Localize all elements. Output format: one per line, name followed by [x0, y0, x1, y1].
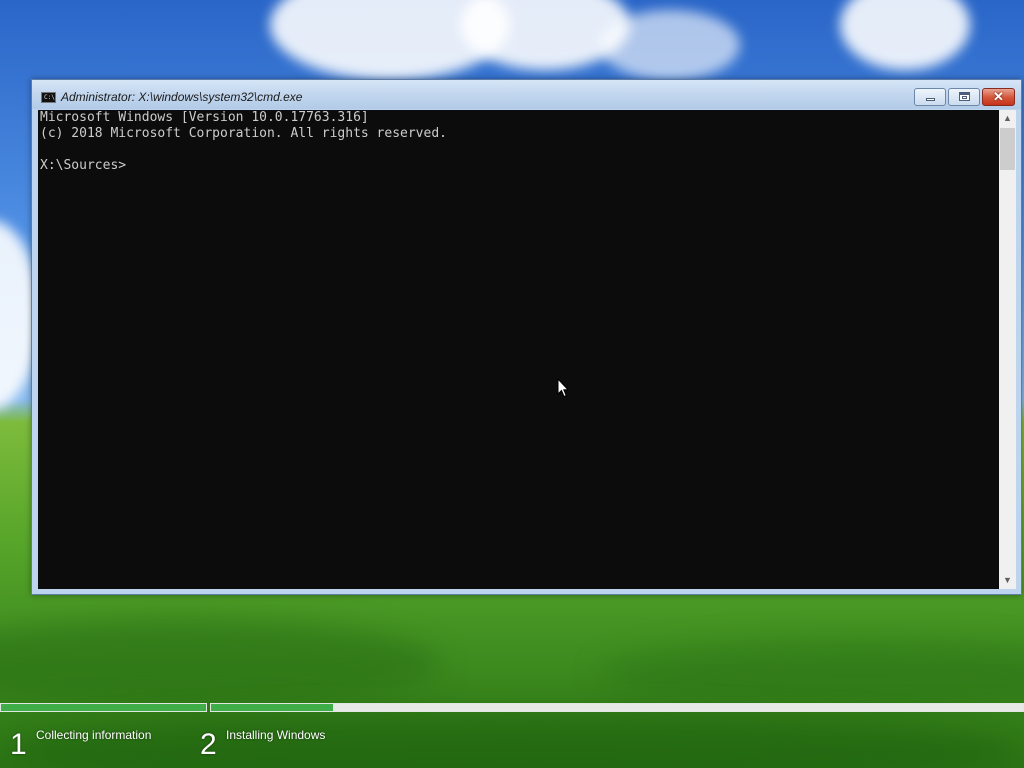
console-output[interactable]: Microsoft Windows [Version 10.0.17763.31… — [38, 110, 999, 589]
grass-foreground — [0, 712, 1024, 768]
progress-step-2 — [210, 703, 1024, 712]
minimize-icon — [926, 98, 935, 101]
hill-shadow — [600, 640, 1024, 710]
title-bar[interactable]: C:\ Administrator: X:\windows\system32\c… — [32, 80, 1021, 109]
cloud — [600, 10, 740, 80]
hill-shadow — [0, 620, 440, 710]
cloud — [840, 0, 970, 70]
maximize-icon — [959, 92, 970, 101]
step-label: Collecting information — [36, 728, 152, 742]
console-line: (c) 2018 Microsoft Corporation. All righ… — [40, 126, 447, 141]
minimize-button[interactable] — [914, 88, 946, 106]
progress-step-2-fill — [211, 704, 333, 711]
scroll-thumb[interactable] — [1000, 128, 1015, 170]
scroll-up-icon[interactable]: ▲ — [999, 110, 1016, 127]
close-icon: ✕ — [993, 89, 1004, 104]
close-button[interactable]: ✕ — [982, 88, 1015, 106]
command-prompt[interactable]: X:\Sources> — [40, 158, 999, 174]
scroll-down-icon[interactable]: ▼ — [999, 572, 1016, 589]
cmd-window[interactable]: C:\ Administrator: X:\windows\system32\c… — [31, 79, 1022, 595]
cmd-icon-text: C:\ — [44, 94, 55, 101]
step-number: 2 — [200, 728, 217, 761]
cmd-icon[interactable]: C:\ — [41, 92, 56, 103]
maximize-button[interactable] — [948, 88, 980, 106]
step-label: Installing Windows — [226, 728, 326, 742]
vertical-scrollbar[interactable]: ▲ ▼ — [999, 110, 1016, 589]
step-number: 1 — [10, 728, 27, 761]
console-line: Microsoft Windows [Version 10.0.17763.31… — [40, 110, 369, 125]
mouse-pointer-icon — [557, 378, 569, 398]
progress-step-1 — [0, 703, 207, 712]
window-title: Administrator: X:\windows\system32\cmd.e… — [61, 90, 303, 104]
setup-progress-bar — [0, 703, 1024, 712]
